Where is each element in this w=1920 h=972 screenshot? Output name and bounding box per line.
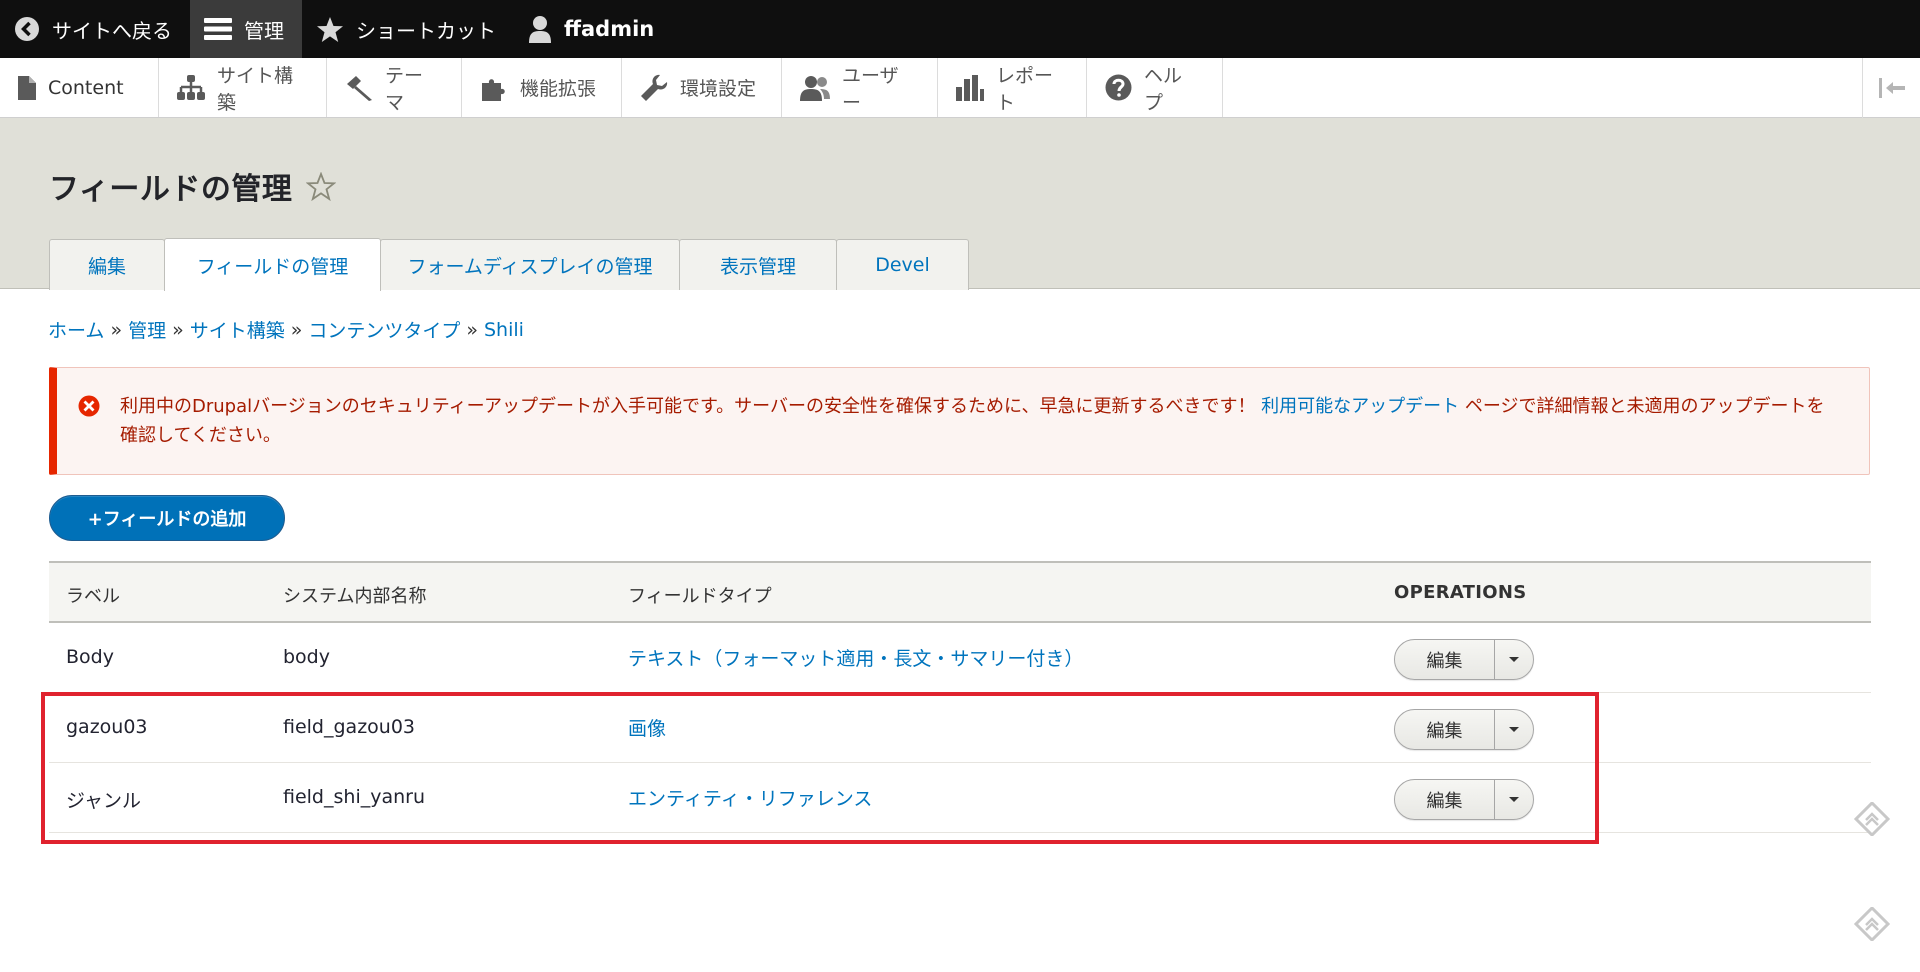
menu-item-structure[interactable]: サイト構築 (159, 58, 327, 117)
breadcrumb-separator: » (290, 318, 303, 341)
manage-tab[interactable]: 管理 (190, 0, 302, 58)
menu-item-extend[interactable]: 機能拡張 (462, 58, 622, 117)
menu-item-label: レポート (996, 64, 1054, 114)
tab-label: 編集 (87, 255, 126, 278)
breadcrumb-home[interactable]: ホーム (48, 316, 104, 343)
back-to-site-link[interactable]: サイトへ戻る (0, 0, 190, 58)
menu-item-label: ヘルプ (1144, 64, 1183, 114)
error-message-text: 利用中のDrupalバージョンのセキュリティーアップデートが入手可能です。サーバ… (120, 392, 1840, 450)
row-label: Body (66, 646, 114, 668)
highlight-box (41, 692, 1599, 844)
breadcrumb-separator: » (110, 318, 123, 341)
primary-tabs: 編集 フィールドの管理 フォームディスプレイの管理 表示管理 Devel (49, 238, 969, 291)
menu-item-configuration[interactable]: 環境設定 (622, 58, 782, 117)
shortcuts-tab[interactable]: ショートカット (302, 0, 514, 58)
breadcrumb-admin[interactable]: 管理 (128, 316, 166, 343)
menu-item-people[interactable]: ユーザー (782, 58, 938, 117)
menu-item-reports[interactable]: レポート (938, 58, 1087, 117)
people-icon (800, 75, 830, 101)
tray-orientation-toggle[interactable] (1862, 58, 1920, 118)
tab-label: 表示管理 (719, 255, 796, 278)
wrench-icon (640, 74, 668, 102)
tab-manage-display[interactable]: 表示管理 (679, 239, 837, 290)
available-updates-link[interactable]: 利用可能なアップデート (1261, 396, 1459, 417)
message-text-before: 利用中のDrupalバージョンのセキュリティーアップデートが入手可能です。サーバ… (120, 396, 1262, 417)
caret-down-icon (1508, 656, 1520, 664)
breadcrumb-content-types[interactable]: コンテンツタイプ (308, 316, 460, 343)
breadcrumb-shili[interactable]: Shili (484, 319, 524, 341)
menu-item-label: 環境設定 (680, 78, 757, 100)
operations-dropbutton: 編集 (1394, 639, 1534, 680)
sitemap-icon (177, 74, 205, 101)
menu-item-label: ユーザー (842, 64, 899, 114)
help-icon (1105, 74, 1132, 101)
add-field-button[interactable]: +フィールドの追加 (49, 495, 285, 541)
shortcuts-label: ショートカット (356, 18, 496, 43)
admin-toolbar: サイトへ戻る 管理 ショートカット ffadmin (0, 0, 1920, 58)
table-row: Body body テキスト（フォーマット適用・長文・サマリー付き） 編集 (49, 623, 1871, 693)
breadcrumb-structure[interactable]: サイト構築 (190, 316, 285, 343)
page-title: フィールドの管理 (49, 164, 337, 208)
tab-edit[interactable]: 編集 (49, 239, 165, 290)
page-title-text: フィールドの管理 (49, 172, 293, 207)
back-to-site-label: サイトへ戻る (52, 18, 172, 43)
star-outline-icon[interactable] (306, 171, 337, 201)
tab-label: フォームディスプレイの管理 (407, 255, 653, 278)
collapse-arrow-icon (1878, 78, 1905, 98)
row-field-type-link[interactable]: テキスト（フォーマット適用・長文・サマリー付き） (628, 644, 1083, 671)
puzzle-icon (480, 75, 508, 101)
bar-chart-icon (956, 74, 984, 101)
menu-item-content[interactable]: Content (0, 58, 159, 117)
tab-label: Devel (875, 254, 930, 276)
menu-item-label: テーマ (385, 64, 424, 114)
menu-item-label: サイト構築 (217, 64, 294, 114)
page-header: フィールドの管理 編集 フィールドの管理 フォームディスプレイの管理 表示管理 … (0, 118, 1920, 291)
tab-manage-fields[interactable]: フィールドの管理 (164, 238, 381, 291)
header-operations: OPERATIONS (1394, 582, 1527, 603)
breadcrumb-separator: » (466, 318, 478, 341)
breadcrumb-separator: » (172, 318, 184, 341)
tab-devel[interactable]: Devel (836, 239, 969, 290)
edit-button[interactable]: 編集 (1395, 640, 1495, 679)
menu-item-label: Content (48, 76, 124, 99)
error-message: 利用中のDrupalバージョンのセキュリティーアップデートが入手可能です。サーバ… (49, 367, 1870, 475)
admin-menu-tray: Content サイト構築 テーマ 機能拡張 環境設定 ユーザー レポート ヘル… (0, 58, 1920, 118)
table-header: ラベル システム内部名称 フィールドタイプ OPERATIONS (49, 561, 1871, 623)
breadcrumb: ホーム » 管理 » サイト構築 » コンテンツタイプ » Shili (48, 316, 524, 343)
star-icon (316, 16, 344, 43)
hamburger-icon (204, 16, 232, 42)
user-label: ffadmin (564, 17, 655, 41)
user-icon (528, 15, 552, 43)
paintbrush-icon (345, 75, 373, 101)
menu-item-appearance[interactable]: テーマ (327, 58, 462, 117)
add-field-label: +フィールドの追加 (87, 509, 247, 530)
row-machine-name: body (283, 646, 330, 668)
header-machine-name: システム内部名称 (283, 586, 427, 607)
tab-label: フィールドの管理 (196, 255, 349, 278)
dropbutton-toggle[interactable] (1495, 640, 1533, 679)
feedly-icon[interactable] (1853, 905, 1891, 946)
file-icon (18, 75, 36, 100)
tab-manage-form-display[interactable]: フォームディスプレイの管理 (380, 239, 680, 290)
menu-item-help[interactable]: ヘルプ (1087, 58, 1223, 117)
header-label: ラベル (66, 586, 120, 607)
menu-item-label: 機能拡張 (520, 78, 597, 100)
user-tab[interactable]: ffadmin (514, 0, 672, 58)
error-icon (78, 395, 100, 422)
arrow-left-circle-icon (14, 16, 40, 42)
header-field-type: フィールドタイプ (628, 586, 772, 607)
feedly-icon[interactable] (1853, 800, 1891, 841)
edit-label: 編集 (1426, 650, 1463, 672)
manage-label: 管理 (244, 18, 284, 43)
